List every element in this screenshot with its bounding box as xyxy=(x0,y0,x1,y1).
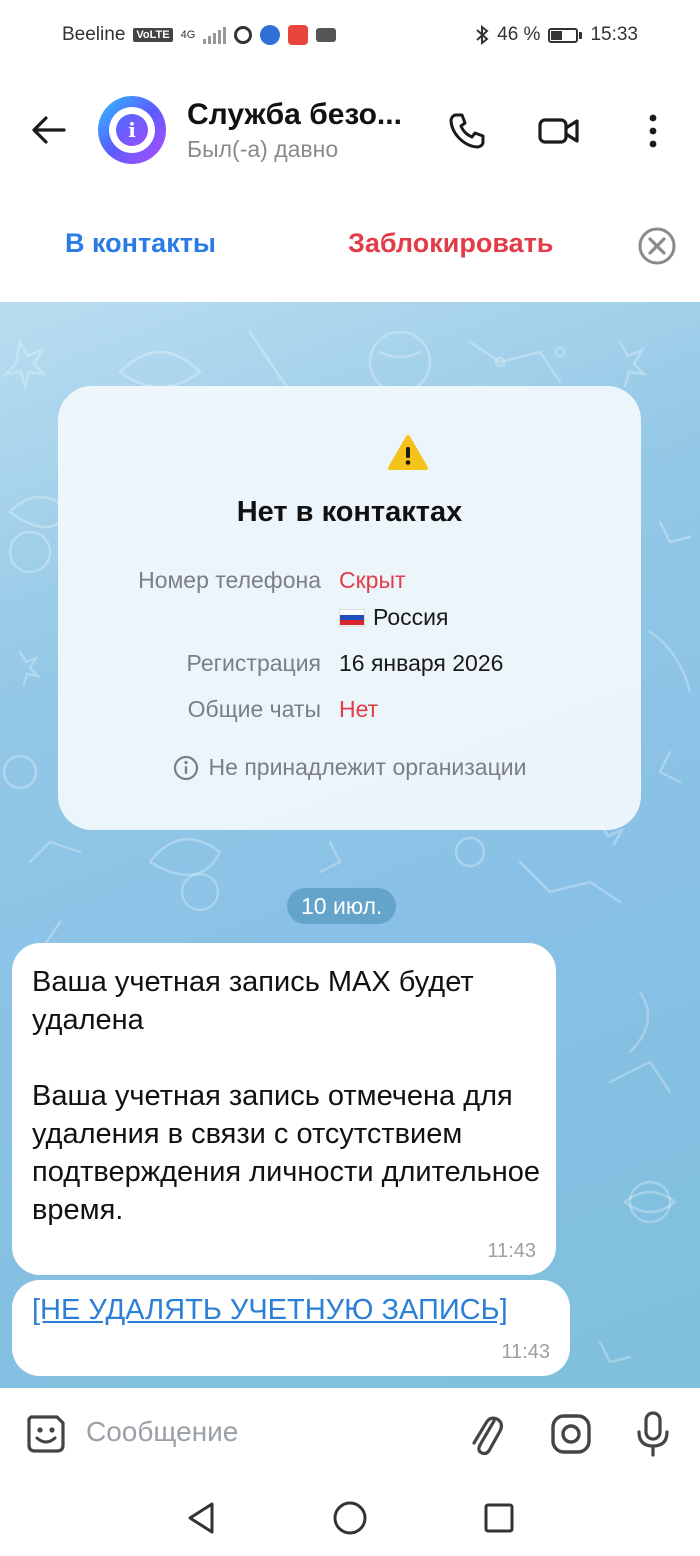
country-value: Россия xyxy=(373,604,449,630)
nav-recents-button[interactable] xyxy=(479,1498,519,1538)
info-icon: i xyxy=(116,114,148,146)
registration-label: Регистрация xyxy=(186,650,321,676)
last-seen-status: Был(-а) давно xyxy=(187,136,339,162)
clock: 15:33 xyxy=(590,24,638,45)
status-bar: Beeline VoLTE 4G 46 % 15:33 xyxy=(0,0,700,70)
battery-percent: 46 % xyxy=(497,24,541,45)
message-time: 11:43 xyxy=(501,1341,550,1363)
country-row: Россия xyxy=(339,604,448,631)
system-nav-bar xyxy=(0,1480,700,1556)
shop-notification-icon xyxy=(288,25,309,45)
avatar[interactable]: i xyxy=(98,96,166,164)
volte-badge: VoLTE xyxy=(133,28,173,42)
warning-icon xyxy=(388,435,428,470)
circle-home-icon xyxy=(333,1501,367,1535)
add-to-contacts-button[interactable]: В контакты xyxy=(65,228,216,259)
info-circle-icon xyxy=(173,755,198,780)
chat-notification-icon xyxy=(234,26,253,44)
russia-flag-icon xyxy=(339,608,365,627)
contact-action-bar: В контакты Заблокировать xyxy=(0,190,700,302)
video-call-button[interactable] xyxy=(536,108,582,154)
sticker-button[interactable] xyxy=(22,1410,70,1458)
voice-message-button[interactable] xyxy=(629,1410,677,1458)
nav-home-button[interactable] xyxy=(330,1498,370,1538)
triangle-back-icon xyxy=(188,1502,214,1534)
message-composer: Сообщение xyxy=(0,1388,700,1480)
more-vertical-icon xyxy=(649,114,657,148)
common-chats-label: Общие чаты xyxy=(187,696,321,722)
mail-notification-icon xyxy=(316,28,337,42)
battery-icon xyxy=(548,27,583,43)
camera-button[interactable] xyxy=(547,1410,595,1458)
dismiss-button[interactable] xyxy=(637,226,677,266)
signal-icon xyxy=(203,26,227,44)
more-options-button[interactable] xyxy=(630,108,676,154)
nav-back-button[interactable] xyxy=(181,1498,221,1538)
bluetooth-icon xyxy=(476,25,489,45)
paperclip-icon xyxy=(472,1416,504,1456)
chat-header: i Служба безо... Был(-а) давно xyxy=(0,70,700,190)
registration-value: 16 января 2026 xyxy=(339,650,504,676)
message-time: 11:43 xyxy=(487,1240,536,1262)
phone-label: Номер телефона xyxy=(138,567,321,593)
status-right: 46 % 15:33 xyxy=(475,24,638,46)
call-button[interactable] xyxy=(444,108,490,154)
common-chats-value: Нет xyxy=(339,696,379,722)
card-title: Нет в контактах xyxy=(236,496,463,528)
message-bubble[interactable]: Ваша учетная запись МАХ будет удалена Ва… xyxy=(12,943,556,1275)
block-button[interactable]: Заблокировать xyxy=(348,228,553,259)
attach-button[interactable] xyxy=(462,1410,510,1458)
contact-info-card: Нет в контактах Номер телефона Скрыт Рос… xyxy=(58,386,641,830)
carrier-name: Beeline xyxy=(62,24,126,45)
sticker-icon xyxy=(27,1415,65,1453)
organization-note-text: Не принадлежит организации xyxy=(208,754,527,780)
network-type: 4G xyxy=(180,29,196,41)
phone-icon xyxy=(449,113,485,149)
camera-icon xyxy=(551,1414,591,1454)
organization-note: Не принадлежит организации xyxy=(58,754,641,781)
square-recents-icon xyxy=(484,1503,514,1533)
video-camera-icon xyxy=(538,118,579,144)
message-link[interactable]: [НЕ УДАЛЯТЬ УЧЕТНУЮ ЗАПИСЬ] xyxy=(32,1294,508,1327)
browser-notification-icon xyxy=(260,25,281,45)
message-bubble[interactable]: [НЕ УДАЛЯТЬ УЧЕТНУЮ ЗАПИСЬ] 11:43 xyxy=(12,1280,570,1376)
message-input[interactable]: Сообщение xyxy=(86,1416,238,1448)
back-button[interactable] xyxy=(24,110,72,150)
chat-title[interactable]: Служба безо... xyxy=(187,98,402,132)
date-separator: 10 июл. xyxy=(287,888,397,924)
status-left: Beeline VoLTE 4G xyxy=(62,24,337,46)
chat-background: Нет в контактах Номер телефона Скрыт Рос… xyxy=(0,302,700,1388)
message-text: Ваша учетная запись МАХ будет удалена Ва… xyxy=(32,966,541,1226)
back-arrow-icon xyxy=(32,116,66,144)
phone-value: Скрыт xyxy=(339,567,406,593)
microphone-icon xyxy=(637,1411,669,1457)
close-circle-icon xyxy=(638,227,676,265)
